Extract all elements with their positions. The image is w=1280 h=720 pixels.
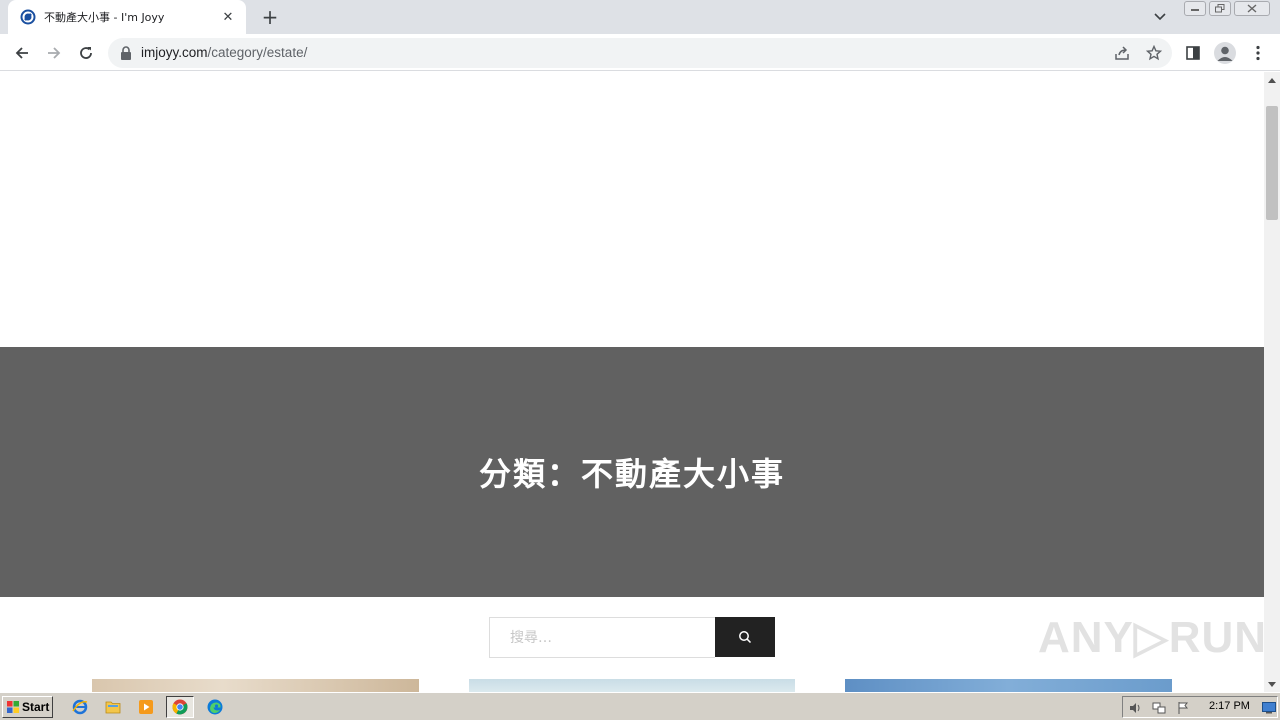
media-player-icon[interactable] — [134, 696, 158, 718]
search-input[interactable] — [489, 617, 715, 658]
minimize-window-button[interactable] — [1184, 1, 1206, 16]
chrome-icon[interactable] — [166, 696, 194, 718]
start-button[interactable]: Start — [2, 696, 53, 718]
tab-strip: 不動產大小事 - I'm Joyy ✕ + — [0, 0, 1280, 34]
page-viewport: 分類：不動產大小事 ANY▷RUN — [0, 72, 1264, 692]
address-bar[interactable]: imjoyy.com/category/estate/ — [108, 38, 1172, 68]
scroll-down-arrow-icon[interactable] — [1264, 676, 1280, 692]
category-hero: 分類：不動產大小事 — [0, 347, 1264, 597]
post-thumbnail[interactable] — [469, 679, 795, 692]
windows-logo-icon — [7, 701, 19, 713]
page-scrollbar[interactable] — [1264, 72, 1280, 692]
restore-window-button[interactable] — [1209, 1, 1231, 16]
browser-tab[interactable]: 不動產大小事 - I'm Joyy ✕ — [8, 0, 246, 34]
post-thumbnail[interactable] — [845, 679, 1172, 692]
scroll-up-arrow-icon[interactable] — [1264, 72, 1280, 88]
forward-button[interactable] — [41, 40, 67, 66]
system-tray: 2:17 PM — [1122, 696, 1278, 718]
show-desktop-icon[interactable] — [1261, 700, 1277, 716]
share-icon[interactable] — [1112, 44, 1132, 62]
tab-search-icon[interactable] — [1150, 8, 1170, 26]
header-area — [0, 72, 1264, 347]
profile-button[interactable] — [1213, 41, 1237, 65]
internet-explorer-icon[interactable] — [68, 696, 92, 718]
tab-close-icon[interactable]: ✕ — [220, 9, 236, 25]
side-panel-icon[interactable] — [1181, 41, 1205, 65]
folder-icon[interactable] — [101, 696, 125, 718]
edge-icon[interactable] — [203, 696, 227, 718]
scrollbar-thumb[interactable] — [1266, 106, 1278, 220]
tab-title: 不動產大小事 - I'm Joyy — [44, 11, 165, 24]
menu-kebab-icon[interactable] — [1246, 41, 1270, 65]
search-button[interactable] — [715, 617, 775, 657]
volume-icon[interactable] — [1127, 700, 1143, 716]
reload-button[interactable] — [73, 40, 99, 66]
start-label: Start — [22, 700, 50, 714]
close-window-button[interactable] — [1234, 1, 1270, 16]
bookmark-star-icon[interactable] — [1144, 44, 1164, 62]
url-path: /category/estate/ — [207, 45, 308, 60]
action-center-flag-icon[interactable] — [1175, 700, 1191, 716]
post-thumbnail[interactable] — [92, 679, 419, 692]
windows-taskbar: Start 2:17 PM — [0, 692, 1280, 720]
lock-icon[interactable] — [120, 46, 132, 60]
search-icon — [739, 631, 752, 644]
url-text: imjoyy.com/category/estate/ — [141, 45, 307, 60]
url-domain: imjoyy.com — [141, 45, 208, 60]
new-tab-button[interactable]: + — [258, 5, 282, 29]
back-button[interactable] — [9, 40, 35, 66]
page-title: 分類：不動產大小事 — [478, 455, 785, 493]
avatar-icon — [1214, 42, 1236, 64]
search-form — [489, 617, 775, 658]
network-icon[interactable] — [1151, 700, 1167, 716]
browser-toolbar: imjoyy.com/category/estate/ — [0, 34, 1280, 71]
clock[interactable]: 2:17 PM — [1209, 700, 1250, 712]
joyy-logo-icon — [20, 9, 36, 25]
watermark: ANY▷RUN — [1038, 613, 1264, 662]
